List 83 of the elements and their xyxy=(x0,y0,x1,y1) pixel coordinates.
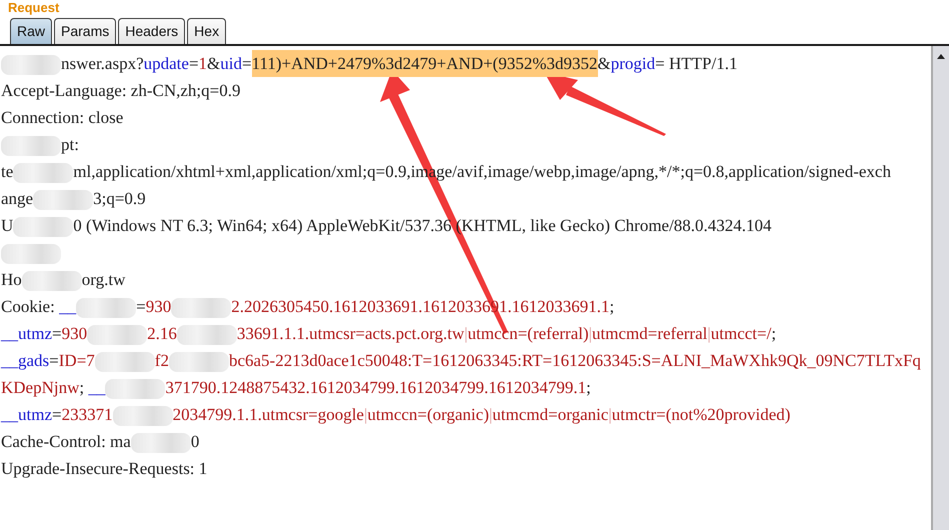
param-value: 930 xyxy=(62,324,88,343)
param-value: utmcct=/ xyxy=(710,324,772,343)
request-text: = xyxy=(52,405,62,424)
param-value: 1 xyxy=(198,54,208,73)
request-text: Connection: close xyxy=(1,108,124,127)
redaction-blur xyxy=(13,217,74,238)
highlighted-payload: 111)+AND+2479%3d2479+AND+(9352%3d9352 xyxy=(252,50,598,77)
redaction-blur xyxy=(168,352,229,372)
tab[interactable]: Raw xyxy=(10,18,52,44)
param-name: progid xyxy=(610,54,656,73)
up-arrow-icon[interactable] xyxy=(936,52,946,62)
request-text: ; xyxy=(586,378,591,397)
request-text: nswer.aspx? xyxy=(61,54,144,73)
param-value: 2034799.1.1.utmcsr=google xyxy=(172,405,364,424)
redaction-blur xyxy=(1,136,61,156)
param-name: __ xyxy=(88,378,106,397)
redaction-blur xyxy=(1,244,61,264)
param-value: utmccn=(organic) xyxy=(367,405,489,424)
request-text: 0 xyxy=(190,432,200,451)
request-text: | xyxy=(464,324,468,343)
param-value: f2 xyxy=(154,351,169,370)
param-name: __utmz xyxy=(1,405,52,424)
param-value: bc6a5-2213d0ace1c50048:T=1612063345:RT=1612063345:S=ALNI_MaWXhk9Qk_09NC7TLTxFq xyxy=(228,351,921,370)
redaction-blur xyxy=(171,298,232,318)
redaction-blur xyxy=(176,325,237,346)
request-text: ; xyxy=(771,324,776,343)
request-text: = xyxy=(136,297,146,316)
request-text: | xyxy=(588,324,592,343)
param-value: 233371 xyxy=(62,405,113,424)
request-text: Ho xyxy=(1,270,22,289)
param-name: uid xyxy=(220,54,242,73)
redaction-blur xyxy=(13,163,74,184)
request-text: U xyxy=(1,216,14,235)
param-value: 930 xyxy=(146,297,172,316)
request-text: | xyxy=(707,324,711,343)
param-value: ID=7 xyxy=(58,351,95,370)
param-value: utmcmd=referral xyxy=(592,324,708,343)
request-text: te xyxy=(1,162,14,181)
param-value: utmcmd=organic xyxy=(492,405,608,424)
request-text: ; xyxy=(79,378,86,397)
request-text: ; xyxy=(609,297,614,316)
param-name: __ xyxy=(59,297,76,316)
param-value: utmccn=(referral) xyxy=(468,324,589,343)
param-value: 371790.1248875432.1612034799.1612034799.1612034799.1 xyxy=(165,378,586,397)
tab[interactable]: Params xyxy=(54,18,116,44)
request-text: = xyxy=(52,324,62,343)
redaction-blur xyxy=(105,379,166,400)
panel-title: Request xyxy=(7,0,60,15)
redaction-blur xyxy=(87,325,148,346)
param-name: __gads xyxy=(1,351,50,370)
request-text: Cache-Control: ma xyxy=(1,432,131,451)
redaction-blur xyxy=(22,271,82,292)
param-value: 2.16 xyxy=(147,324,177,343)
param-name: update xyxy=(144,54,189,73)
request-text: | xyxy=(489,405,492,424)
request-text: 3;q=0.9 xyxy=(93,189,146,208)
request-text: | xyxy=(364,405,368,424)
request-text: Cookie: xyxy=(1,297,56,316)
request-text: Accept-Language: zh-CN,zh;q=0.9 xyxy=(1,81,240,100)
scrollbar[interactable] xyxy=(931,46,949,530)
param-value: 33691.1.1.utmcsr=acts.pct.org.tw xyxy=(236,324,464,343)
request-text: | xyxy=(608,405,612,424)
request-text: Upgrade-Insecure-Requests: 1 xyxy=(1,459,208,478)
redaction-blur xyxy=(1,55,61,76)
request-text: = xyxy=(49,351,59,370)
request-text: pt: xyxy=(61,135,79,154)
redaction-blur xyxy=(94,352,155,372)
request-text: ange xyxy=(1,189,34,208)
redaction-blur xyxy=(112,406,173,426)
request-text: org.tw xyxy=(82,270,126,289)
request-text: = xyxy=(188,54,199,73)
request-text: & xyxy=(598,54,611,73)
redaction-blur xyxy=(33,190,94,210)
redaction-blur xyxy=(130,433,191,454)
tab[interactable]: Hex xyxy=(187,18,226,44)
request-text: & xyxy=(207,54,220,73)
param-name: __utmz xyxy=(1,324,52,343)
tab[interactable]: Headers xyxy=(118,18,186,44)
redaction-blur xyxy=(76,298,136,318)
param-value: utmctr=(not%20provided) xyxy=(612,405,790,424)
request-text: = xyxy=(242,54,252,73)
request-text: = HTTP/1.1 xyxy=(655,54,738,73)
param-value: KDepNjnw xyxy=(1,378,80,397)
